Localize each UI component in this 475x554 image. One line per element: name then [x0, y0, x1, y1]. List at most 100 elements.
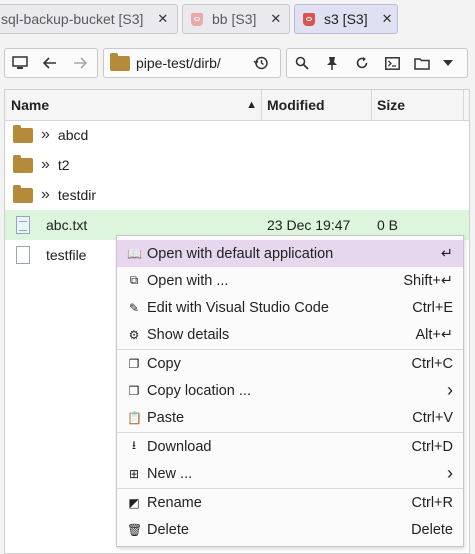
tab-s3[interactable]: s3 [S3] ✕ [294, 4, 398, 34]
menu-item-shortcut: Ctrl+C [411, 355, 454, 372]
copy-icon: ❐ [128, 356, 140, 371]
menu-item-label: Rename [147, 494, 202, 511]
menu-item-label: Copy location ... [147, 382, 251, 399]
column-header-label: Size [377, 97, 406, 113]
column-divider[interactable] [261, 90, 262, 120]
menu-item-shortcut: Shift+↵ [403, 272, 453, 289]
details-icon: ⚙ [128, 327, 140, 342]
column-header-label: Name [11, 97, 50, 113]
file-list-header: Name ▲ Modified Size [5, 90, 469, 121]
path-field[interactable]: pipe-test/dirb/ [104, 49, 231, 77]
menu-item-shortcut: Ctrl+R [411, 494, 454, 511]
close-icon[interactable]: ✕ [157, 11, 168, 27]
close-icon[interactable]: ✕ [270, 11, 281, 27]
menu-item-label: Paste [147, 409, 185, 426]
refresh-icon[interactable] [347, 49, 377, 77]
menu-item-shortcut: Ctrl+D [411, 438, 454, 455]
folder-icon [13, 124, 33, 143]
trash-icon: 🗑 [127, 522, 143, 537]
file-name: abc.txt [46, 217, 88, 233]
menu-item-copy[interactable]: ❐ Copy Ctrl+C [117, 350, 463, 377]
chevron-right-icon: › [447, 463, 453, 483]
table-row[interactable]: » abcd [5, 120, 469, 150]
search-icon[interactable] [287, 49, 317, 77]
text-file-icon [16, 216, 30, 234]
table-row[interactable]: » t2 [5, 150, 469, 180]
new-icon: ⊞ [128, 466, 140, 481]
tab-bb[interactable]: bb [S3] ✕ [182, 4, 290, 34]
table-row[interactable]: » testdir [5, 180, 469, 210]
menu-item-label: Open with ... [147, 272, 229, 289]
column-divider[interactable] [463, 90, 464, 120]
menu-item-label: Edit with Visual Studio Code [147, 299, 329, 316]
pencil-icon: ✎ [128, 300, 140, 315]
computer-icon[interactable] [5, 49, 35, 77]
column-header-name[interactable]: Name ▲ [11, 90, 261, 120]
folder-icon [13, 154, 33, 173]
sort-ascending-icon: ▲ [246, 99, 257, 111]
tab-label: s3 [S3] [324, 11, 368, 27]
tab-sql-backup-bucket[interactable]: sql-backup-bucket [S3] ✕ [0, 4, 178, 34]
menu-item-shortcut: Delete [411, 521, 453, 538]
menu-item-label: Download [147, 438, 212, 455]
chevron-right-icon: › [447, 380, 453, 400]
file-name: testfile [46, 247, 87, 263]
context-menu: 📖 Open with default application ↵ ⧉ Open… [116, 235, 464, 547]
menu-item-edit-vscode[interactable]: ✎ Edit with Visual Studio Code Ctrl+E [117, 294, 463, 321]
file-modified: 23 Dec 19:47 [267, 217, 351, 233]
copy-location-icon: ❐ [128, 383, 140, 398]
path-bar: pipe-test/dirb/ [103, 48, 281, 78]
file-size: 0 B [377, 217, 399, 233]
menu-item-paste[interactable]: 📋 Paste Ctrl+V [117, 404, 463, 431]
paste-icon: 📋 [127, 410, 142, 425]
new-folder-icon[interactable] [407, 49, 437, 77]
menu-item-shortcut: Alt+↵ [415, 326, 453, 343]
dropdown-arrow-icon[interactable] [437, 49, 459, 77]
actions-group [286, 48, 468, 78]
forward-arrow-icon[interactable] [65, 49, 95, 77]
column-header-size[interactable]: Size [377, 90, 463, 120]
column-divider[interactable] [371, 90, 372, 120]
toolbar: pipe-test/dirb/ [0, 40, 475, 86]
download-icon: ⭳ [131, 438, 137, 452]
file-name: testdir [57, 187, 97, 203]
column-header-modified[interactable]: Modified [267, 90, 371, 120]
menu-item-label: Copy [147, 355, 181, 372]
open-book-icon: 📖 [127, 246, 142, 261]
navigation-group [4, 48, 98, 78]
pin-icon[interactable] [317, 49, 347, 77]
menu-item-open-with[interactable]: ⧉ Open with ... Shift+↵ [117, 267, 463, 294]
menu-item-download[interactable]: ⭳ Download Ctrl+D [117, 433, 463, 460]
menu-item-delete[interactable]: 🗑 Delete Delete [117, 516, 463, 543]
back-arrow-icon[interactable] [35, 49, 65, 77]
file-icon [16, 246, 30, 264]
menu-item-rename[interactable]: ◩ Rename Ctrl+R [117, 489, 463, 516]
menu-item-shortcut: ↵ [440, 245, 453, 262]
menu-item-new[interactable]: ⊞ New ... › [117, 460, 463, 487]
history-icon[interactable] [246, 49, 276, 77]
menu-item-label: Delete [147, 521, 189, 538]
menu-item-open-default[interactable]: 📖 Open with default application ↵ [117, 240, 463, 267]
open-with-icon: ⧉ [129, 273, 139, 287]
menu-item-label: New ... [147, 465, 193, 482]
menu-item-show-details[interactable]: ⚙ Show details Alt+↵ [117, 321, 463, 348]
file-name: abcd [57, 127, 89, 143]
tab-label: bb [S3] [212, 11, 257, 27]
column-header-label: Modified [267, 97, 325, 113]
menu-item-label: Show details [147, 326, 230, 343]
chevron-double-right-icon: » [41, 186, 50, 203]
menu-item-label: Open with default application [147, 245, 334, 262]
tab-label: sql-backup-bucket [S3] [1, 11, 144, 27]
rename-icon: ◩ [128, 495, 140, 510]
menu-item-copy-location[interactable]: ❐ Copy location ... › [117, 377, 463, 404]
menu-item-shortcut: Ctrl+V [412, 409, 453, 426]
menu-item-shortcut: Ctrl+E [412, 299, 453, 316]
path-text: pipe-test/dirb/ [136, 55, 221, 71]
terminal-icon[interactable] [377, 49, 407, 77]
close-icon[interactable]: ✕ [382, 11, 393, 27]
folder-icon [13, 184, 33, 203]
folder-icon [110, 52, 130, 71]
tab-bar: sql-backup-bucket [S3] ✕ bb [S3] ✕ s3 [S… [0, 0, 475, 40]
s3-bucket-icon [190, 11, 204, 27]
chevron-double-right-icon: » [41, 126, 50, 143]
